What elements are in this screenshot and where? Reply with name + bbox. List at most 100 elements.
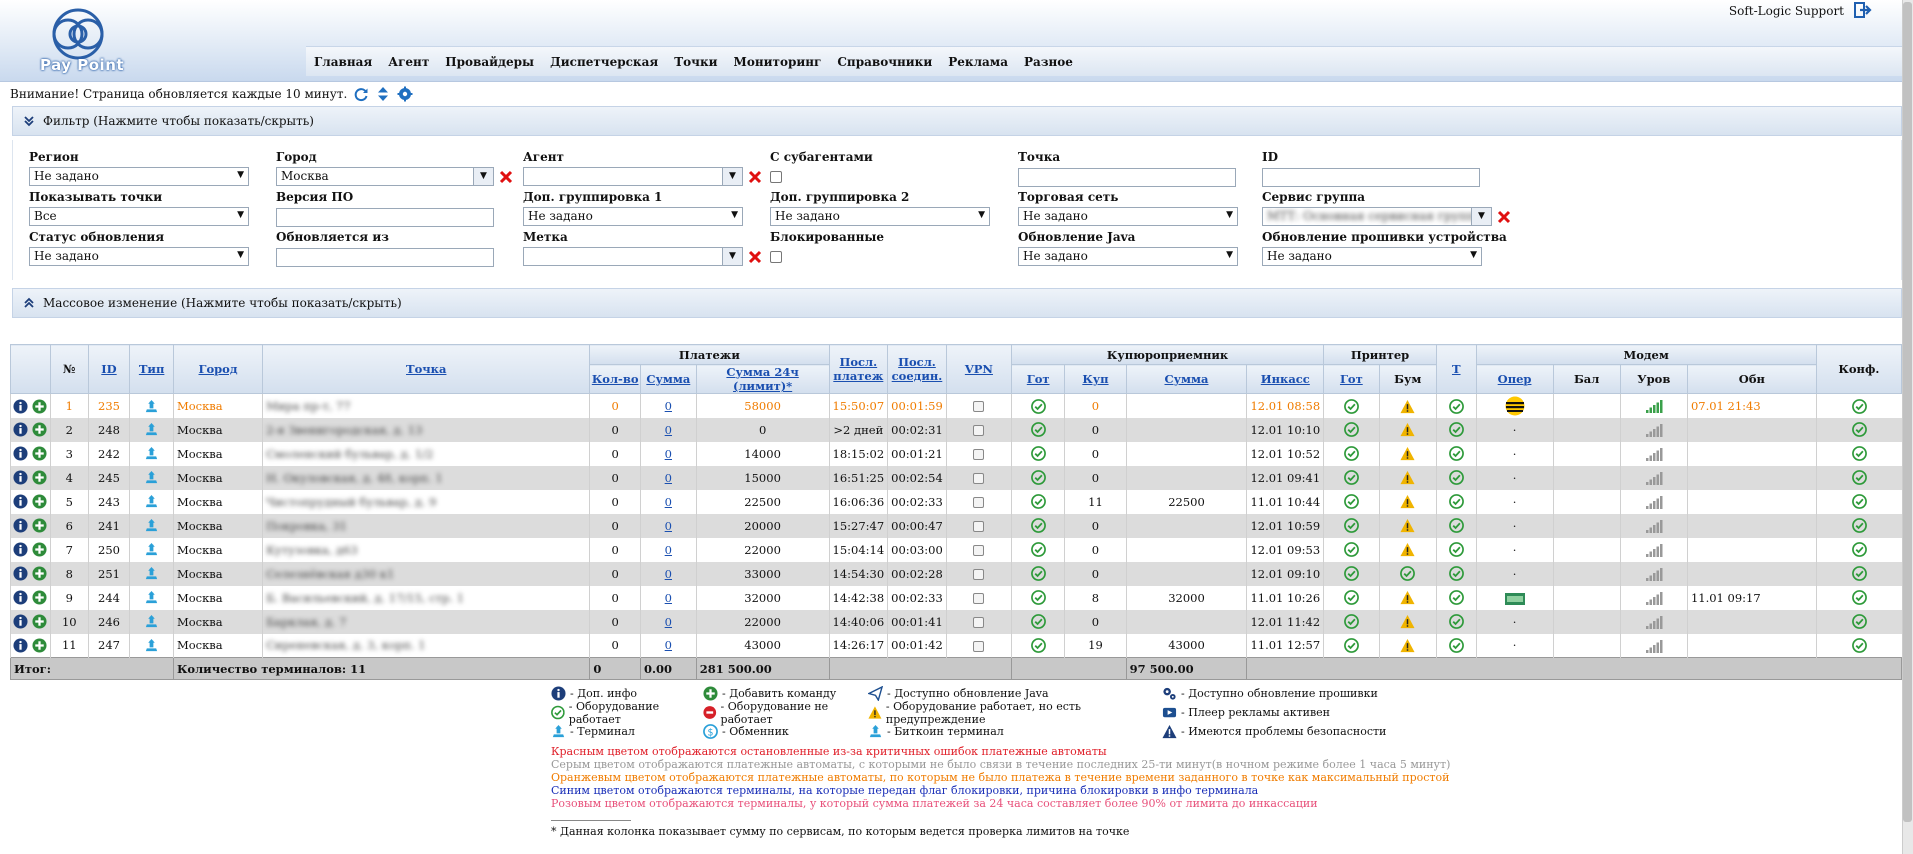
row-point[interactable]: Покровка, 31 [262,513,590,538]
inkas-sort-link[interactable]: Инкасс [1261,372,1310,386]
sort-icon[interactable] [375,86,391,102]
vpn-checkbox[interactable] [973,593,985,604]
printer-ready-sort-link[interactable]: Гот [1340,372,1363,386]
city-sort-link[interactable]: Город [199,362,238,376]
info-icon[interactable] [13,614,28,629]
vpn-checkbox[interactable] [973,569,985,580]
info-icon[interactable] [13,446,28,461]
id-header[interactable]: ID [87,344,131,394]
row-sum[interactable]: 0 [639,513,697,538]
row-sum[interactable]: 0 [639,537,697,562]
clear-city-icon[interactable] [499,170,513,184]
city-combo[interactable]: Москва ▼ [276,167,494,186]
sum-link[interactable]: 0 [665,543,672,557]
nav-item[interactable]: Точки [666,55,725,69]
blocked-checkbox[interactable] [770,251,782,263]
add-command-icon[interactable] [32,446,47,461]
row-point[interactable]: Сиреневская, д. 3, корп. 1 [262,633,590,658]
scrollbar-thumb[interactable] [1903,2,1912,822]
subagents-checkbox[interactable] [770,171,782,183]
table-row[interactable]: 6 241 Москва Покровка, 31 0 0 20000 15:27:47 00:… [10,513,1902,538]
service-group-combo[interactable]: МТТ: Основная сервисная группа ▼ [1262,207,1492,226]
clear-tag-icon[interactable] [748,250,762,264]
group1-select[interactable]: Не задано ▼ [523,207,743,226]
modem-oper-sort-link[interactable]: Опер [1498,372,1532,386]
last-payment-header[interactable]: Посл. платеж [828,344,889,394]
table-row[interactable]: 3 242 Москва Смоленский бульвар, д. 1/2 0 0 14… [10,441,1902,466]
tag-combo[interactable]: ▼ [523,247,743,266]
vpn-checkbox[interactable] [973,497,985,508]
row-point[interactable]: Смоленский бульвар, д. 1/2 [262,441,590,466]
row-sum[interactable]: 0 [639,585,697,610]
sum-link[interactable]: 0 [665,495,672,509]
logout-icon[interactable] [1854,2,1872,18]
city-header[interactable]: Город [172,344,264,394]
info-icon[interactable] [13,518,28,533]
table-row[interactable]: 5 243 Москва Чистопрудный бульвар, д. 9 0 0 22… [10,489,1902,514]
row-sum[interactable]: 0 [639,441,697,466]
id-sort-link[interactable]: ID [101,362,116,376]
row-sum[interactable]: 0 [639,633,697,658]
info-icon[interactable] [13,566,28,581]
show-points-select[interactable]: Все ▼ [29,207,249,226]
clear-service-group-icon[interactable] [1497,210,1511,224]
add-command-icon[interactable] [32,470,47,485]
clear-agent-icon[interactable] [748,170,762,184]
row-point[interactable]: Кутузовка, д63 [262,537,590,562]
row-point[interactable]: Селезнёвская д30 к1 [262,561,590,586]
row-sum[interactable]: 0 [639,417,697,442]
group2-select[interactable]: Не задано ▼ [770,207,990,226]
bill-sum-sort-link[interactable]: Сумма [1165,372,1209,386]
refresh-icon[interactable] [353,86,369,102]
sum-link[interactable]: 0 [665,447,672,461]
retail-select[interactable]: Не задано ▼ [1018,207,1238,226]
info-icon[interactable] [13,638,28,653]
sum-link[interactable]: 0 [665,519,672,533]
t-sort-link[interactable]: Т [1452,362,1461,376]
table-row[interactable]: 7 250 Москва Кутузовка, д63 0 0 22000 15:04:14 0… [10,537,1902,562]
sum-link[interactable]: 0 [665,567,672,581]
firmware-select[interactable]: Не задано ▼ [1262,247,1482,266]
info-icon[interactable] [13,399,28,414]
row-sum[interactable]: 0 [639,609,697,634]
combo-arrow-icon[interactable]: ▼ [722,168,742,185]
sum-link[interactable]: 0 [665,638,672,652]
info-icon[interactable] [13,590,28,605]
table-row[interactable]: 9 244 Москва Б. Васильевский, д. 17/15, стр… [10,585,1902,610]
vpn-checkbox[interactable] [973,449,985,460]
nav-item[interactable]: Диспетчерская [542,55,666,69]
vpn-checkbox[interactable] [973,545,985,556]
vpn-checkbox[interactable] [973,521,985,532]
last-conn-sort-link[interactable]: Посл. соедин. [892,355,943,383]
row-sum[interactable]: 0 [639,465,697,490]
table-row[interactable]: 8 251 Москва Селезнёвская д30 к1 0 0 33000 14:5… [10,561,1902,586]
nav-item[interactable]: Справочники [829,55,940,69]
software-input[interactable] [276,208,494,227]
sum-link[interactable]: 0 [665,423,672,437]
row-point[interactable]: Н. Окуловская, д. 48, корп. 1 [262,465,590,490]
add-command-icon[interactable] [32,399,47,414]
add-command-icon[interactable] [32,590,47,605]
id-input[interactable] [1262,168,1480,187]
row-point[interactable]: Барклая, д. 7 [262,609,590,634]
sum-sort-link[interactable]: Сумма [646,372,690,386]
table-row[interactable]: 11 247 Москва Сиреневская, д. 3, корп. 1 0 0 4… [10,633,1902,658]
row-point[interactable]: Б. Васильевский, д. 17/15, стр. 1 [262,585,590,610]
sum-link[interactable]: 0 [665,471,672,485]
last-payment-sort-link[interactable]: Посл. платеж [833,355,883,383]
sum24-sort-link[interactable]: Сумма 24ч (лимит)* [726,365,798,393]
java-update-select[interactable]: Не задано ▼ [1018,247,1238,266]
info-icon[interactable] [13,494,28,509]
settings-icon[interactable] [397,86,413,102]
updated-from-input[interactable] [276,248,494,267]
row-point[interactable]: Чистопрудный бульвар, д. 9 [262,489,590,514]
row-sum[interactable]: 0 [639,561,697,586]
count-sort-link[interactable]: Кол-во [592,372,639,386]
combo-arrow-icon[interactable]: ▼ [722,248,742,265]
sum-link[interactable]: 0 [665,591,672,605]
region-select[interactable]: Не задано ▼ [29,167,249,186]
table-row[interactable]: 10 246 Москва Барклая, д. 7 0 0 22000 14:40:06 0… [10,609,1902,634]
add-command-icon[interactable] [32,542,47,557]
combo-arrow-icon[interactable]: ▼ [473,168,493,185]
nav-item[interactable]: Мониторинг [726,55,830,69]
